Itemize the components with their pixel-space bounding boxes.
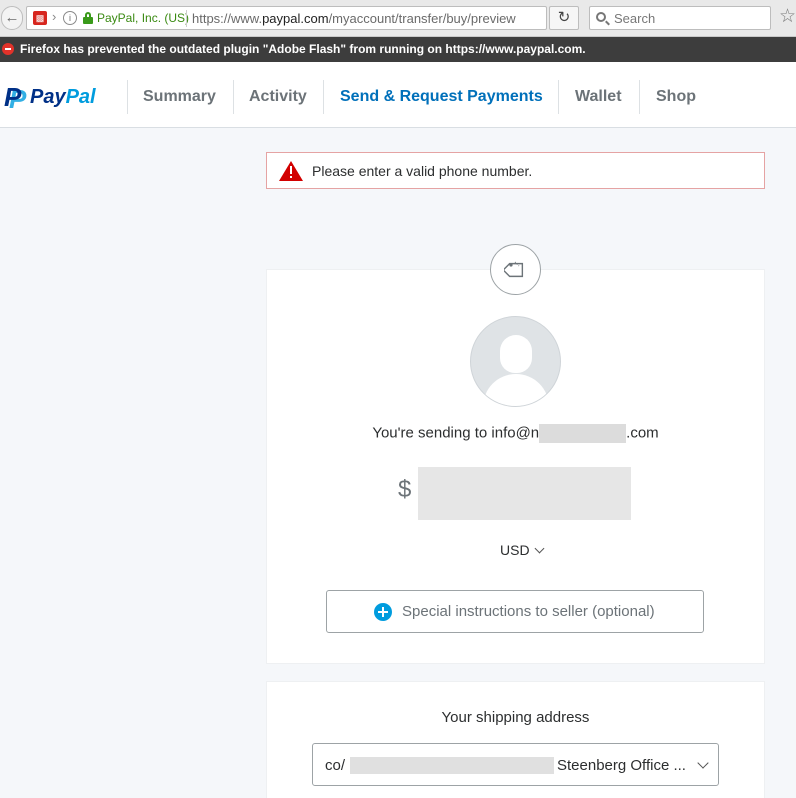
chevron-down-icon [697, 757, 709, 769]
nav-divider [233, 80, 234, 114]
paypal-header: PP PayPal Summary Activity Send & Reques… [0, 62, 796, 128]
nav-divider [558, 80, 559, 114]
special-instructions-label: Special instructions to seller (optional… [402, 603, 655, 620]
special-instructions-button[interactable]: Special instructions to seller (optional… [326, 590, 704, 633]
plus-circle-icon [374, 603, 392, 621]
plugin-notice-text: Firefox has prevented the outdated plugi… [20, 42, 586, 56]
search-placeholder: Search [614, 11, 656, 26]
shipping-title: Your shipping address [441, 709, 590, 726]
shipping-address-value: Steenberg Office ... [557, 757, 686, 774]
paypal-mark-icon: PP [4, 82, 27, 114]
chevron-right-icon: › [52, 9, 57, 24]
nav-activity[interactable]: Activity [249, 88, 307, 106]
site-identity[interactable]: PayPal, Inc. (US) [97, 11, 189, 25]
alert-message: Please enter a valid phone number. [312, 163, 533, 179]
back-arrow-icon[interactable]: ← [1, 6, 23, 30]
currency-symbol: $ [398, 476, 412, 503]
reload-icon[interactable]: ↻ [549, 6, 579, 30]
url-bar[interactable]: ▩ › i PayPal, Inc. (US) https://www.payp… [26, 6, 547, 30]
error-alert: Please enter a valid phone number. [266, 152, 765, 189]
bookmark-star-icon[interactable]: ☆ [779, 7, 796, 27]
blocked-plugin-icon [2, 43, 14, 55]
search-icon [596, 12, 606, 22]
recipient-avatar [470, 316, 561, 407]
lock-icon[interactable] [83, 12, 93, 24]
nav-divider [639, 80, 640, 114]
browser-toolbar: ← ▩ › i PayPal, Inc. (US) https://www.pa… [0, 0, 796, 37]
nav-summary[interactable]: Summary [143, 88, 216, 106]
shipping-address-select[interactable]: co/ Steenberg Office ... [312, 743, 719, 786]
nav-send-request-payments[interactable]: Send & Request Payments [340, 88, 543, 106]
redacted-address [350, 757, 554, 774]
nav-shop[interactable]: Shop [656, 88, 696, 106]
identity-divider [186, 10, 187, 27]
nav-wallet[interactable]: Wallet [575, 88, 622, 106]
chevron-down-icon [534, 543, 545, 554]
info-icon[interactable]: i [63, 11, 77, 25]
redacted-email [539, 424, 627, 443]
currency-selector[interactable]: USD [500, 542, 545, 558]
url-text[interactable]: https://www.paypal.com/myaccount/transfe… [192, 11, 516, 26]
nav-divider [127, 80, 128, 114]
plugin-notification-bar: Firefox has prevented the outdated plugi… [0, 37, 796, 62]
recipient-line: You're sending to info@n .com [372, 424, 659, 443]
shopping-tag-icon [490, 244, 541, 295]
plugin-blocked-icon[interactable]: ▩ [33, 11, 47, 25]
redacted-amount[interactable] [418, 467, 631, 520]
search-input[interactable]: Search [589, 6, 771, 30]
nav-divider [323, 80, 324, 114]
